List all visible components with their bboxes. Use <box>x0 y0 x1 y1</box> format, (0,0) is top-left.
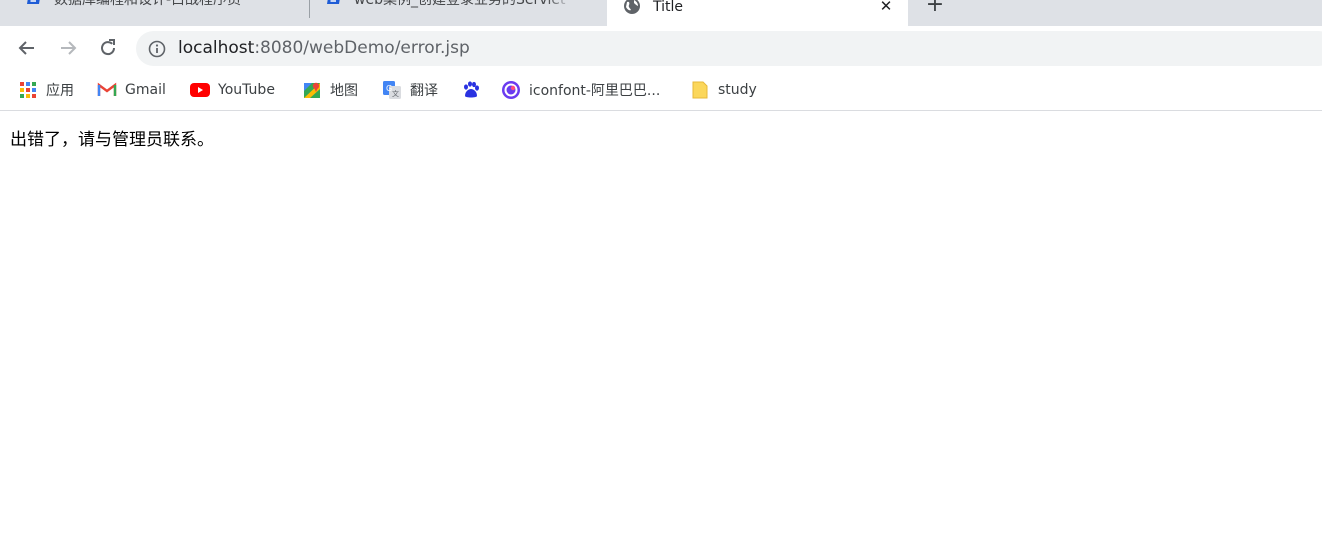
svg-text:文: 文 <box>392 89 399 98</box>
apps-grid-icon <box>18 80 38 100</box>
back-arrow-icon[interactable] <box>15 36 39 60</box>
address-bar[interactable]: localhost:8080/webDemo/error.jsp <box>136 31 1322 66</box>
iconfont-icon <box>501 80 521 100</box>
browser-toolbar: localhost:8080/webDemo/error.jsp <box>0 26 1322 70</box>
bookmark-iconfont[interactable]: iconfont-阿里巴巴... <box>501 79 660 101</box>
folder-icon <box>690 80 710 100</box>
error-message: 出错了，请与管理员联系。 <box>10 130 214 150</box>
baidu-icon <box>461 80 481 100</box>
bookmark-apps[interactable]: 应用 <box>18 79 74 101</box>
bookmark-maps[interactable]: 地图 <box>302 79 358 101</box>
bookmark-gmail[interactable]: Gmail <box>97 79 166 101</box>
bookmark-study-folder[interactable]: study <box>690 79 757 101</box>
bookmark-label: iconfont-阿里巴巴... <box>529 83 661 99</box>
close-icon[interactable]: ✕ <box>877 0 895 15</box>
bookmark-label: 应用 <box>46 83 74 99</box>
page-content: 出错了，请与管理员联系。 <box>0 112 1322 552</box>
tab-title: Title <box>653 0 684 15</box>
globe-icon <box>623 0 641 15</box>
reload-icon[interactable] <box>96 36 120 60</box>
maps-icon <box>302 80 322 100</box>
csdn-icon <box>25 0 43 6</box>
tab-title: 数据库编程和设计-白战程序员 <box>54 0 242 8</box>
info-icon[interactable] <box>148 40 166 58</box>
bookmark-label: YouTube <box>218 82 275 98</box>
csdn-icon <box>325 0 343 6</box>
bookmark-label: Gmail <box>125 82 166 98</box>
tab-title-active[interactable]: Title ✕ <box>607 0 908 26</box>
bookmark-label: 地图 <box>330 83 358 99</box>
close-icon[interactable]: ✕ <box>281 0 299 5</box>
bookmark-youtube[interactable]: YouTube <box>190 79 275 101</box>
tab-strip: 数据库编程和设计-白战程序员 ✕ web案例_创建登录业务的Servlet ✕ … <box>0 0 1322 26</box>
tab-divider <box>309 0 310 18</box>
gmail-icon <box>97 80 117 100</box>
translate-icon: G 文 <box>382 80 402 100</box>
bookmark-baidu[interactable] <box>461 79 489 101</box>
url-path: :8080/webDemo/error.jsp <box>254 38 470 58</box>
youtube-icon <box>190 80 210 100</box>
new-tab-button[interactable]: + <box>924 0 946 16</box>
tab-title: web案例_创建登录业务的Servlet <box>354 0 566 8</box>
url-host: localhost <box>178 38 255 58</box>
close-icon[interactable]: ✕ <box>579 0 597 5</box>
forward-arrow-icon[interactable] <box>56 36 80 60</box>
bookmark-label: study <box>718 82 757 98</box>
bookmark-translate[interactable]: G 文 翻译 <box>382 79 438 101</box>
bookmark-label: 翻译 <box>410 83 438 99</box>
bookmarks-bar: 应用 Gmail YouTube 地图 G 文 翻译 iconfont-阿里巴巴… <box>0 70 1322 111</box>
url-text: localhost:8080/webDemo/error.jsp <box>178 38 470 58</box>
